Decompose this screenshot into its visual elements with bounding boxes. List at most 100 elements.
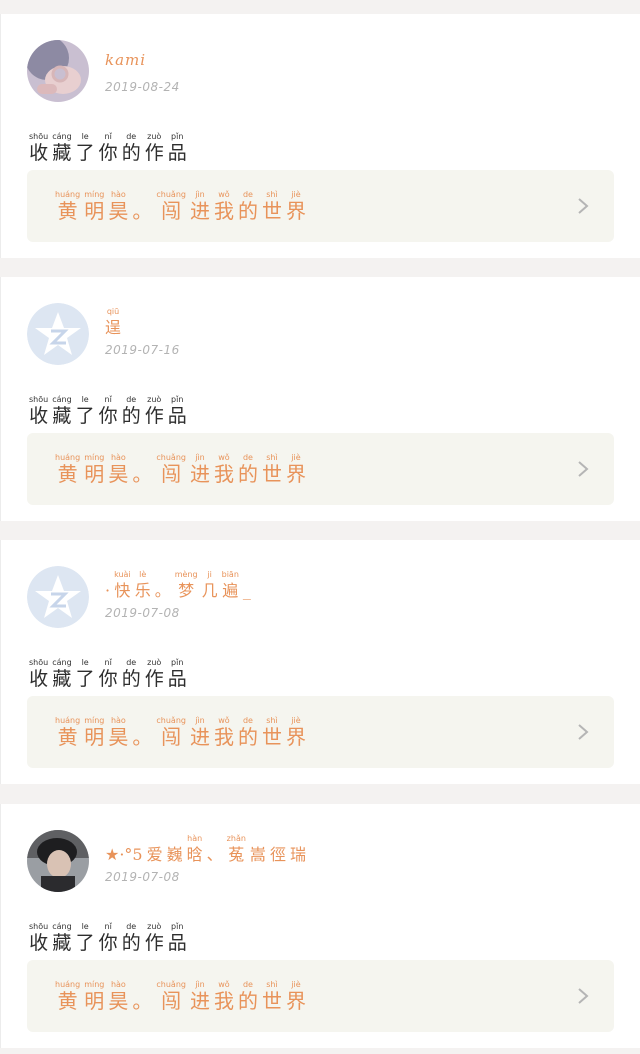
ruby-char: hào 昊	[108, 190, 128, 222]
ruby-char: de 的	[238, 716, 258, 748]
work-link[interactable]: huáng 黄 míng 明 hào 昊 。 chuǎng 闯 jìn 进 wǒ 我 de 的 shì 世 ji…	[27, 433, 614, 505]
hanzi-text: 的	[237, 199, 258, 223]
hanzi-text: 闯	[161, 199, 182, 223]
ruby-char: de 的	[122, 658, 141, 690]
pinyin-text: de	[126, 132, 137, 141]
pinyin-text: biān	[221, 570, 239, 579]
hanzi-text: _	[242, 581, 251, 600]
hanzi-text: 的	[121, 668, 141, 690]
ruby-char: shì 世	[262, 190, 282, 222]
ruby-char: jiè 界	[286, 980, 306, 1012]
ruby-char: 嵩	[250, 834, 266, 866]
work-title: huáng 黄 míng 明 hào 昊 。 chuǎng 闯 jìn 进 wǒ 我 de 的 shì 世 ji…	[55, 453, 310, 485]
hanzi-text: 藏	[52, 405, 72, 427]
ruby-char: qiū 逞	[105, 307, 121, 339]
pinyin-text: pǐn	[171, 658, 184, 667]
pinyin-text: cáng	[52, 922, 72, 931]
hanzi-text: 品	[167, 668, 187, 690]
user-name-text[interactable]: ★·°5 爱 巍 hàn 晗 、 zhǎn 菟 嵩 徑 瑞	[105, 834, 310, 866]
pinyin-text: zhǎn	[226, 834, 246, 843]
pinyin-text: le	[81, 132, 89, 141]
action-text: shōu 收 cáng 藏 le 了 nǐ 你 de 的 zuò 作 pǐn 品	[29, 646, 191, 690]
chevron-right-icon	[578, 198, 589, 214]
avatar[interactable]	[27, 40, 89, 102]
timestamp: 2019-08-24	[105, 80, 180, 94]
ruby-char: nǐ 你	[99, 922, 118, 954]
hanzi-text: 晗	[186, 845, 203, 864]
ruby-char: míng 明	[84, 453, 104, 485]
pinyin-text: nǐ	[104, 395, 112, 404]
ruby-char: shōu 收	[29, 395, 48, 427]
hanzi-text: ·	[105, 581, 111, 600]
hanzi-text: 你	[98, 668, 118, 690]
ruby-char: pǐn 品	[168, 922, 187, 954]
hanzi-text: 黄	[57, 725, 78, 749]
ruby-char: le 了	[76, 658, 95, 690]
ruby-char: wǒ 我	[214, 716, 234, 748]
pinyin-text: zuò	[147, 658, 162, 667]
hanzi-text: 几	[201, 581, 218, 600]
ruby-char: cáng 藏	[52, 395, 71, 427]
avatar[interactable]	[27, 830, 89, 892]
ruby-char: 。	[132, 980, 152, 1012]
pinyin-text: zuò	[147, 922, 162, 931]
user-name[interactable]: · kuài 快 lè 乐 。 mèng 梦 ji 几 biān 遍 _	[105, 570, 255, 600]
hanzi-text: 收	[29, 932, 49, 954]
ruby-char: hào 昊	[108, 716, 128, 748]
chevron-right-icon	[578, 461, 589, 477]
ruby-char: de 的	[238, 453, 258, 485]
hanzi-text: 我	[213, 725, 234, 749]
hanzi-text: 界	[285, 462, 306, 486]
hanzi-text: 进	[189, 462, 210, 486]
pinyin-text: qiū	[106, 307, 120, 316]
work-link[interactable]: huáng 黄 míng 明 hào 昊 。 chuǎng 闯 jìn 进 wǒ 我 de 的 shì 世 ji…	[27, 696, 614, 768]
pinyin-text: kuài	[114, 570, 131, 579]
hanzi-text: 藏	[52, 142, 72, 164]
user-name[interactable]: ★·°5 爱 巍 hàn 晗 、 zhǎn 菟 嵩 徑 瑞	[105, 834, 310, 864]
hanzi-text: 了	[75, 668, 95, 690]
ruby-char: shōu 收	[29, 922, 48, 954]
user-name-text[interactable]: · kuài 快 lè 乐 。 mèng 梦 ji 几 biān 遍 _	[105, 570, 255, 602]
hanzi-text: 你	[98, 405, 118, 427]
hanzi-text: 我	[213, 199, 234, 223]
pinyin-text: shōu	[29, 658, 49, 667]
hanzi-text: 徑	[269, 845, 286, 864]
pinyin-text	[246, 570, 249, 580]
user-name-text[interactable]: kami	[105, 51, 146, 69]
ruby-char: jiè 界	[286, 453, 306, 485]
ruby-char: míng 明	[84, 716, 104, 748]
hanzi-text: 世	[261, 989, 282, 1013]
work-link[interactable]: huáng 黄 míng 明 hào 昊 。 chuǎng 闯 jìn 进 wǒ 我 de 的 shì 世 ji…	[27, 960, 614, 1032]
user-name-text[interactable]: qiū 逞	[105, 307, 125, 339]
action-text: shōu 收 cáng 藏 le 了 nǐ 你 de 的 zuò 作 pǐn 品	[29, 383, 191, 427]
ruby-char: ·	[105, 570, 110, 602]
ruby-char: 爱	[147, 834, 163, 866]
ruby-char: nǐ 你	[99, 395, 118, 427]
ruby-char: chuǎng 闯	[156, 453, 186, 485]
user-name[interactable]: qiū 逞	[105, 307, 125, 337]
ruby-char: chuǎng 闯	[156, 980, 186, 1012]
hanzi-text: 作	[144, 142, 164, 164]
ruby-char: 徑	[270, 834, 286, 866]
pinyin-text: nǐ	[104, 132, 112, 141]
hanzi-text: 明	[84, 725, 105, 749]
user-name[interactable]: kami	[105, 50, 146, 76]
ruby-char: wǒ 我	[214, 453, 234, 485]
hanzi-text: 黄	[57, 989, 78, 1013]
pinyin-text	[277, 834, 280, 844]
chevron-right-icon	[578, 724, 589, 740]
hanzi-text: 的	[121, 405, 141, 427]
action-text: shōu 收 cáng 藏 le 了 nǐ 你 de 的 zuò 作 pǐn 品	[29, 120, 191, 164]
ruby-char: huáng 黄	[55, 453, 80, 485]
avatar[interactable]	[27, 566, 89, 628]
ruby-char: jiè 界	[286, 190, 306, 222]
work-title: huáng 黄 míng 明 hào 昊 。 chuǎng 闯 jìn 进 wǒ 我 de 的 shì 世 ji…	[55, 716, 310, 748]
avatar[interactable]	[27, 303, 89, 365]
hanzi-text: 作	[144, 668, 164, 690]
hanzi-text: ★·°5	[105, 845, 143, 864]
ruby-char: 瑞	[290, 834, 306, 866]
hanzi-text: 明	[84, 199, 105, 223]
work-link[interactable]: huáng 黄 míng 明 hào 昊 。 chuǎng 闯 jìn 进 wǒ 我 de 的 shì 世 ji…	[27, 170, 614, 242]
hanzi-text: 。	[132, 725, 153, 749]
notification-feed: kami 2019-08-24 shōu 收 cáng 藏 le 了 nǐ 你 de 的 zuò 作 p…	[0, 0, 640, 1054]
